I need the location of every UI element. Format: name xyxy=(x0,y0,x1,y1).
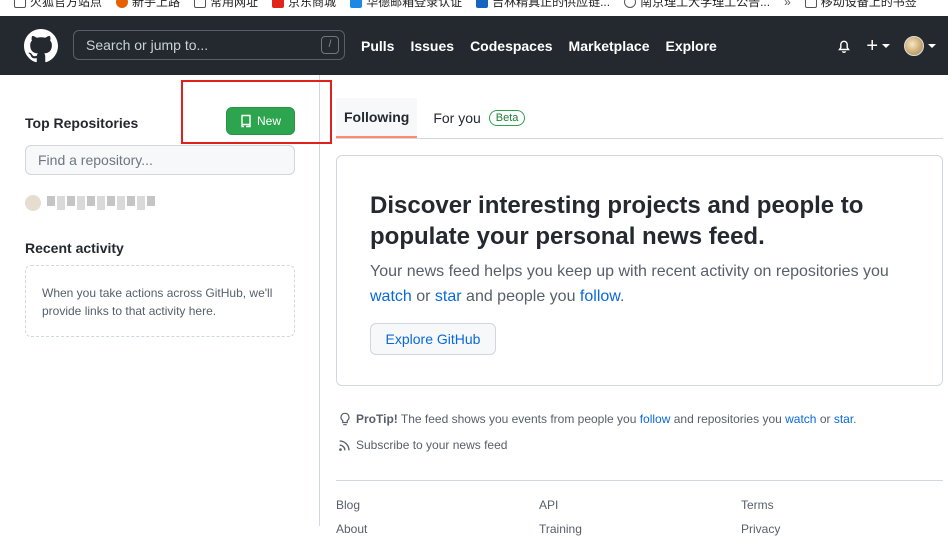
footer-link-about[interactable]: About xyxy=(336,522,367,536)
recent-activity-empty: When you take actions across GitHub, we'… xyxy=(25,265,295,337)
github-logo-icon[interactable] xyxy=(24,29,58,63)
bookmark-item[interactable]: 常用网址 xyxy=(194,0,258,10)
bookmarks-bar: 火狐官方站点 新手上路 常用网址 京东商城 华德邮箱登录认证 吉林精真正的供应链… xyxy=(0,0,948,16)
footer-link-terms[interactable]: Terms xyxy=(741,498,780,512)
annotation-highlight-box xyxy=(181,80,332,144)
footer-column: API Training xyxy=(539,498,582,536)
star-link[interactable]: star xyxy=(834,412,853,426)
bell-icon[interactable] xyxy=(836,38,852,54)
bookmark-item[interactable]: 移动设备上的书签 xyxy=(804,0,917,10)
recent-activity-title: Recent activity xyxy=(25,240,124,256)
user-menu[interactable] xyxy=(904,35,936,56)
chevron-double-right-icon: » xyxy=(784,0,791,9)
header-actions: + xyxy=(836,16,936,75)
follow-link[interactable]: follow xyxy=(640,412,671,426)
find-repository-input[interactable]: Find a repository... xyxy=(25,145,295,175)
footer-column: Blog About xyxy=(336,498,367,536)
footer-link-blog[interactable]: Blog xyxy=(336,498,367,512)
plus-icon: + xyxy=(866,34,878,57)
nav-marketplace[interactable]: Marketplace xyxy=(569,38,650,54)
mail-icon xyxy=(350,0,363,8)
create-new-menu[interactable]: + xyxy=(866,34,890,57)
follow-link[interactable]: follow xyxy=(580,288,620,305)
discover-description: Your news feed helps you keep up with re… xyxy=(370,263,889,305)
watch-link[interactable]: watch xyxy=(785,412,816,426)
feed-tabs: Following For you Beta xyxy=(336,98,943,139)
folder-icon xyxy=(194,0,207,8)
beta-badge: Beta xyxy=(488,110,526,126)
firefox-icon xyxy=(116,0,129,8)
folder-icon xyxy=(804,0,817,8)
lightbulb-icon xyxy=(340,412,350,426)
nav-codespaces[interactable]: Codespaces xyxy=(470,38,552,54)
folder-icon xyxy=(14,0,26,8)
bookmark-overflow[interactable]: » xyxy=(784,0,791,10)
slash-shortcut-hint: / xyxy=(321,36,339,54)
bookmark-item[interactable]: 南京理工大学理工公告... xyxy=(624,0,770,10)
repository-link[interactable] xyxy=(25,195,155,211)
chevron-down-icon xyxy=(882,43,890,48)
watch-link[interactable]: watch xyxy=(370,288,412,305)
footer-link-api[interactable]: API xyxy=(539,498,582,512)
globe-icon xyxy=(624,0,637,8)
nav-issues[interactable]: Issues xyxy=(410,38,454,54)
nav-pulls[interactable]: Pulls xyxy=(361,38,394,54)
subscribe-feed-link[interactable]: Subscribe to your news feed xyxy=(338,438,507,452)
xd-icon xyxy=(476,0,489,8)
star-link[interactable]: star xyxy=(435,288,462,305)
footer-column: Terms Privacy xyxy=(741,498,780,536)
jd-icon xyxy=(272,0,285,8)
chevron-down-icon xyxy=(928,43,936,48)
bookmark-item[interactable]: 新手上路 xyxy=(116,0,180,10)
dashboard-sidebar: Top Repositories New Find a repository..… xyxy=(0,75,332,526)
discover-card: Discover interesting projects and people… xyxy=(336,155,943,386)
tab-for-you[interactable]: For you Beta xyxy=(425,98,533,138)
bookmark-item[interactable]: 吉林精真正的供应链... xyxy=(476,0,610,10)
main-nav: Pulls Issues Codespaces Marketplace Expl… xyxy=(361,16,717,75)
avatar xyxy=(25,195,41,211)
bookmark-item[interactable]: 华德邮箱登录认证 xyxy=(350,0,462,10)
repository-name-blurred xyxy=(47,196,155,210)
avatar xyxy=(904,35,924,56)
discover-heading: Discover interesting projects and people… xyxy=(370,192,864,250)
top-repositories-title: Top Repositories xyxy=(25,115,139,131)
footer-link-training[interactable]: Training xyxy=(539,522,582,536)
footer-link-privacy[interactable]: Privacy xyxy=(741,522,780,536)
nav-explore[interactable]: Explore xyxy=(665,38,716,54)
bookmark-item[interactable]: 京东商城 xyxy=(272,0,336,10)
tab-following[interactable]: Following xyxy=(336,98,418,138)
footer: Blog About API Training Terms Privacy xyxy=(336,480,943,536)
bookmark-item[interactable]: 火狐官方站点 xyxy=(14,0,102,10)
rss-icon xyxy=(339,439,350,451)
search-input[interactable]: Search or jump to... / xyxy=(73,30,345,60)
protip: ProTip! The feed shows you events from p… xyxy=(338,412,857,426)
explore-github-button[interactable]: Explore GitHub xyxy=(370,323,496,355)
github-header: Search or jump to... / Pulls Issues Code… xyxy=(0,16,948,75)
